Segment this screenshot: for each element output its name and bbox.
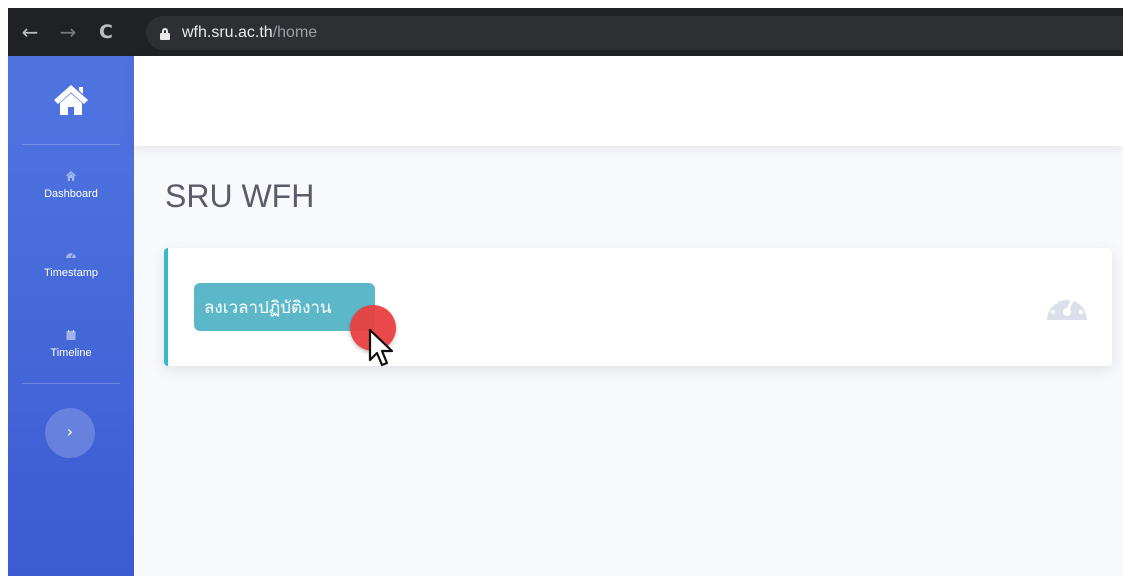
sidebar-item-label: Dashboard — [44, 188, 98, 200]
chevron-right-icon: › — [66, 422, 74, 441]
url-path: /home — [272, 24, 318, 41]
sidebar-item-timeline[interactable]: Timeline — [8, 329, 134, 359]
sidebar-item-label: Timeline — [50, 347, 92, 359]
home-icon — [66, 171, 76, 181]
screen: ← → C wfh.sru.ac.th/home Dashboard Times… — [8, 8, 1123, 576]
home-icon — [54, 85, 88, 115]
mouse-cursor-icon — [368, 328, 394, 367]
browser-toolbar: ← → C wfh.sru.ac.th/home — [8, 8, 1123, 56]
topbar — [134, 56, 1123, 146]
timestamp-card: ลงเวลาปฏิบัติงาน — [164, 248, 1112, 366]
sidebar-item-label: Timestamp — [44, 267, 98, 279]
reload-icon[interactable]: C — [94, 8, 118, 56]
sidebar-divider — [22, 144, 120, 145]
gauge-icon — [66, 253, 76, 258]
lock-icon — [160, 27, 170, 40]
back-arrow-icon[interactable]: ← — [18, 8, 42, 56]
clock-in-button[interactable]: ลงเวลาปฏิบัติงาน — [194, 283, 375, 331]
calendar-icon — [66, 330, 76, 340]
sidebar: Dashboard Timestamp Timeline › — [8, 56, 134, 576]
sidebar-item-dashboard[interactable]: Dashboard — [8, 170, 134, 200]
page-title: SRU WFH — [165, 178, 315, 214]
tachometer-icon — [1047, 295, 1087, 320]
sidebar-divider — [22, 383, 120, 384]
sidebar-item-timestamp[interactable]: Timestamp — [8, 249, 134, 279]
url-host: wfh.sru.ac.th — [182, 24, 273, 41]
address-bar[interactable]: wfh.sru.ac.th/home — [146, 16, 1123, 50]
forward-arrow-icon[interactable]: → — [56, 8, 80, 56]
sidebar-brand[interactable] — [8, 56, 134, 144]
sidebar-toggle-button[interactable]: › — [45, 408, 95, 458]
